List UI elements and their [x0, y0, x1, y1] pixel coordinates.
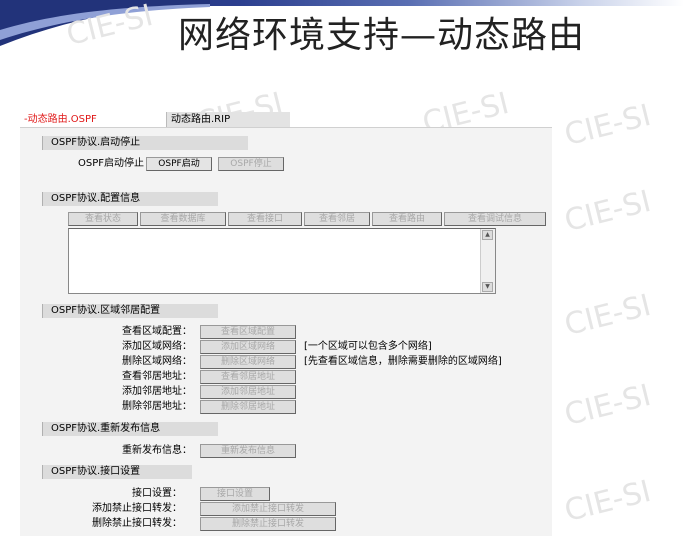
delete-area-network-label: 删除区域网络： [122, 356, 192, 367]
section-header-republish: OSPF协议.重新发布信息 [42, 422, 218, 436]
section-header-area-neighbor: OSPF协议.区域邻居配置 [42, 304, 218, 318]
tab-ospf[interactable]: -动态路由.OSPF [20, 112, 150, 128]
config-output-textarea[interactable]: ▲ ▼ [68, 228, 496, 294]
add-neighbor-address-button[interactable]: 添加邻居地址 [200, 385, 296, 399]
section-header-interface: OSPF协议.接口设置 [42, 465, 192, 479]
view-neighbor-address-label: 查看邻居地址： [122, 371, 192, 382]
watermark: CIE-SI [561, 473, 655, 530]
delete-neighbor-address-label: 删除邻居地址： [122, 401, 192, 412]
interface-settings-button[interactable]: 接口设置 [200, 487, 270, 501]
watermark: CIE-SI [561, 377, 655, 434]
scroll-down-arrow-icon[interactable]: ▼ [482, 282, 493, 292]
view-route-button[interactable]: 查看路由 [372, 212, 442, 226]
add-forbid-forward-label: 添加禁止接口转发： [92, 503, 182, 514]
ospf-start-stop-label: OSPF启动停止 [77, 158, 144, 169]
republish-button[interactable]: 重新发布信息 [200, 444, 296, 458]
interface-settings-label: 接口设置： [132, 488, 182, 499]
add-area-network-button[interactable]: 添加区域网络 [200, 340, 296, 354]
watermark: CIE-SI [561, 287, 655, 344]
ospf-start-button[interactable]: OSPF启动 [146, 157, 212, 171]
view-area-config-button[interactable]: 查看区域配置 [200, 325, 296, 339]
view-interface-button[interactable]: 查看接口 [228, 212, 302, 226]
ospf-config-panel: -动态路由.OSPF 动态路由.RIP OSPF协议.启动停止 OSPF启动停止… [20, 112, 552, 536]
view-neighbor-button[interactable]: 查看邻居 [304, 212, 370, 226]
add-area-network-label: 添加区域网络： [122, 341, 192, 352]
tab-rip[interactable]: 动态路由.RIP [166, 112, 290, 128]
watermark: CIE-SI [561, 183, 655, 240]
section-header-start-stop: OSPF协议.启动停止 [42, 136, 248, 150]
ospf-stop-button[interactable]: OSPF停止 [218, 157, 284, 171]
routing-tabs: -动态路由.OSPF 动态路由.RIP [20, 112, 552, 128]
delete-forbid-forward-label: 删除禁止接口转发： [92, 518, 182, 529]
delete-forbid-forward-button[interactable]: 删除禁止接口转发 [200, 517, 336, 531]
delete-neighbor-address-button[interactable]: 删除邻居地址 [200, 400, 296, 414]
republish-label: 重新发布信息： [122, 445, 192, 456]
view-status-button[interactable]: 查看状态 [68, 212, 138, 226]
watermark: CIE-SI [561, 97, 655, 154]
view-debug-button[interactable]: 查看调试信息 [444, 212, 546, 226]
output-scrollbar[interactable]: ▲ ▼ [480, 229, 495, 293]
view-neighbor-address-button[interactable]: 查看邻居地址 [200, 370, 296, 384]
section-header-config: OSPF协议.配置信息 [42, 192, 218, 206]
delete-area-network-note: [先查看区域信息，删除需要删除的区域网络] [304, 356, 502, 367]
add-forbid-forward-button[interactable]: 添加禁止接口转发 [200, 502, 336, 516]
add-neighbor-address-label: 添加邻居地址： [122, 386, 192, 397]
view-database-button[interactable]: 查看数据库 [140, 212, 226, 226]
scroll-up-arrow-icon[interactable]: ▲ [482, 230, 493, 240]
slide-title: 网络环境支持—动态路由 [178, 15, 586, 56]
view-area-config-label: 查看区域配置： [122, 326, 192, 337]
add-area-network-note: [一个区域可以包含多个网络] [304, 341, 432, 352]
delete-area-network-button[interactable]: 删除区域网络 [200, 355, 296, 369]
